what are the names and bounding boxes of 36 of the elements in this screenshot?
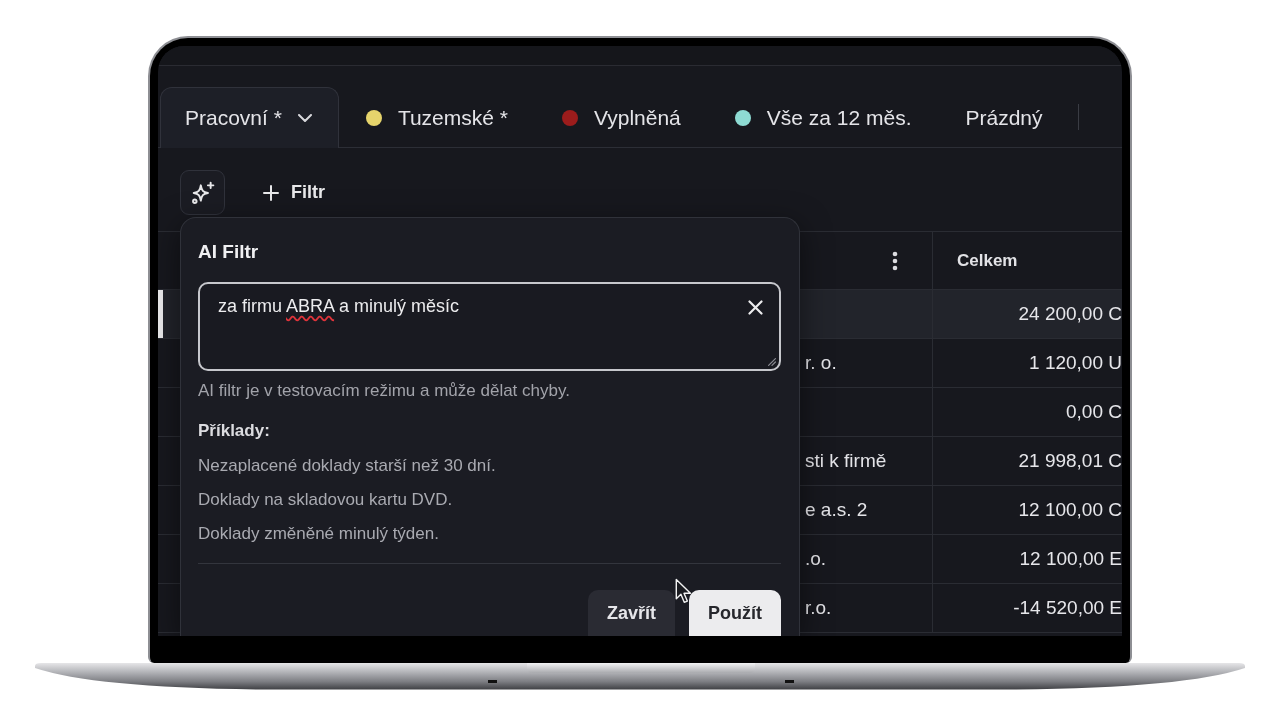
resize-handle-icon[interactable] <box>768 358 776 366</box>
hint-text: AI filtr je v testovacím režimu a může dělat chyby. <box>198 381 571 401</box>
close-icon <box>747 299 763 315</box>
query-field[interactable]: za firmu ABRA a minulý měsíc <box>198 282 781 371</box>
apply-button[interactable]: Použít <box>689 590 781 636</box>
more-options-icon[interactable] <box>892 250 898 271</box>
close-button[interactable]: Zavřít <box>587 590 675 636</box>
example-text: Doklady změněné minulý týden. <box>198 523 440 545</box>
row-label: r.o. <box>805 597 832 619</box>
tab[interactable]: Vyplněná <box>535 87 708 148</box>
example-text: Doklady na skladovou kartu DVD. <box>198 489 454 511</box>
amount-text: 12 100,00 C <box>1018 499 1122 521</box>
tab[interactable]: Vše za 12 měs. <box>707 87 939 148</box>
row-label: r. o. <box>805 352 837 374</box>
row-label: e a.s. 2 <box>805 499 868 521</box>
clear-button[interactable] <box>746 298 764 316</box>
plus-icon <box>263 184 279 201</box>
row-label: sti k firmě <box>805 450 887 472</box>
sparkles-icon <box>190 180 215 205</box>
sparkle-button[interactable] <box>180 170 225 215</box>
popup-title: AI Filtr <box>198 240 260 264</box>
amount-text: 1 120,00 U <box>1029 352 1122 374</box>
tab[interactable]: Prázdný <box>938 87 1070 148</box>
amount-text: 24 200,00 C <box>1018 303 1122 325</box>
tab[interactable]: Pracovní * <box>160 87 339 148</box>
example-text: Nezaplacené doklady starší než 30 dní. <box>198 455 497 477</box>
amount-text: 21 998,01 C <box>1018 450 1122 472</box>
column-header: Celkem <box>957 250 1018 271</box>
tab[interactable]: Tuzemské * <box>338 87 535 148</box>
examples-heading: Příklady: <box>198 420 271 442</box>
mouse-pointer-icon <box>675 578 693 604</box>
amount-text: 0,00 C <box>1066 401 1122 423</box>
add-filter-button[interactable]: Filtr <box>255 174 333 211</box>
row-label: .o. <box>805 548 827 570</box>
amount-text: -14 520,00 E <box>1013 597 1122 619</box>
amount-text: 12 100,00 E <box>1019 548 1122 570</box>
